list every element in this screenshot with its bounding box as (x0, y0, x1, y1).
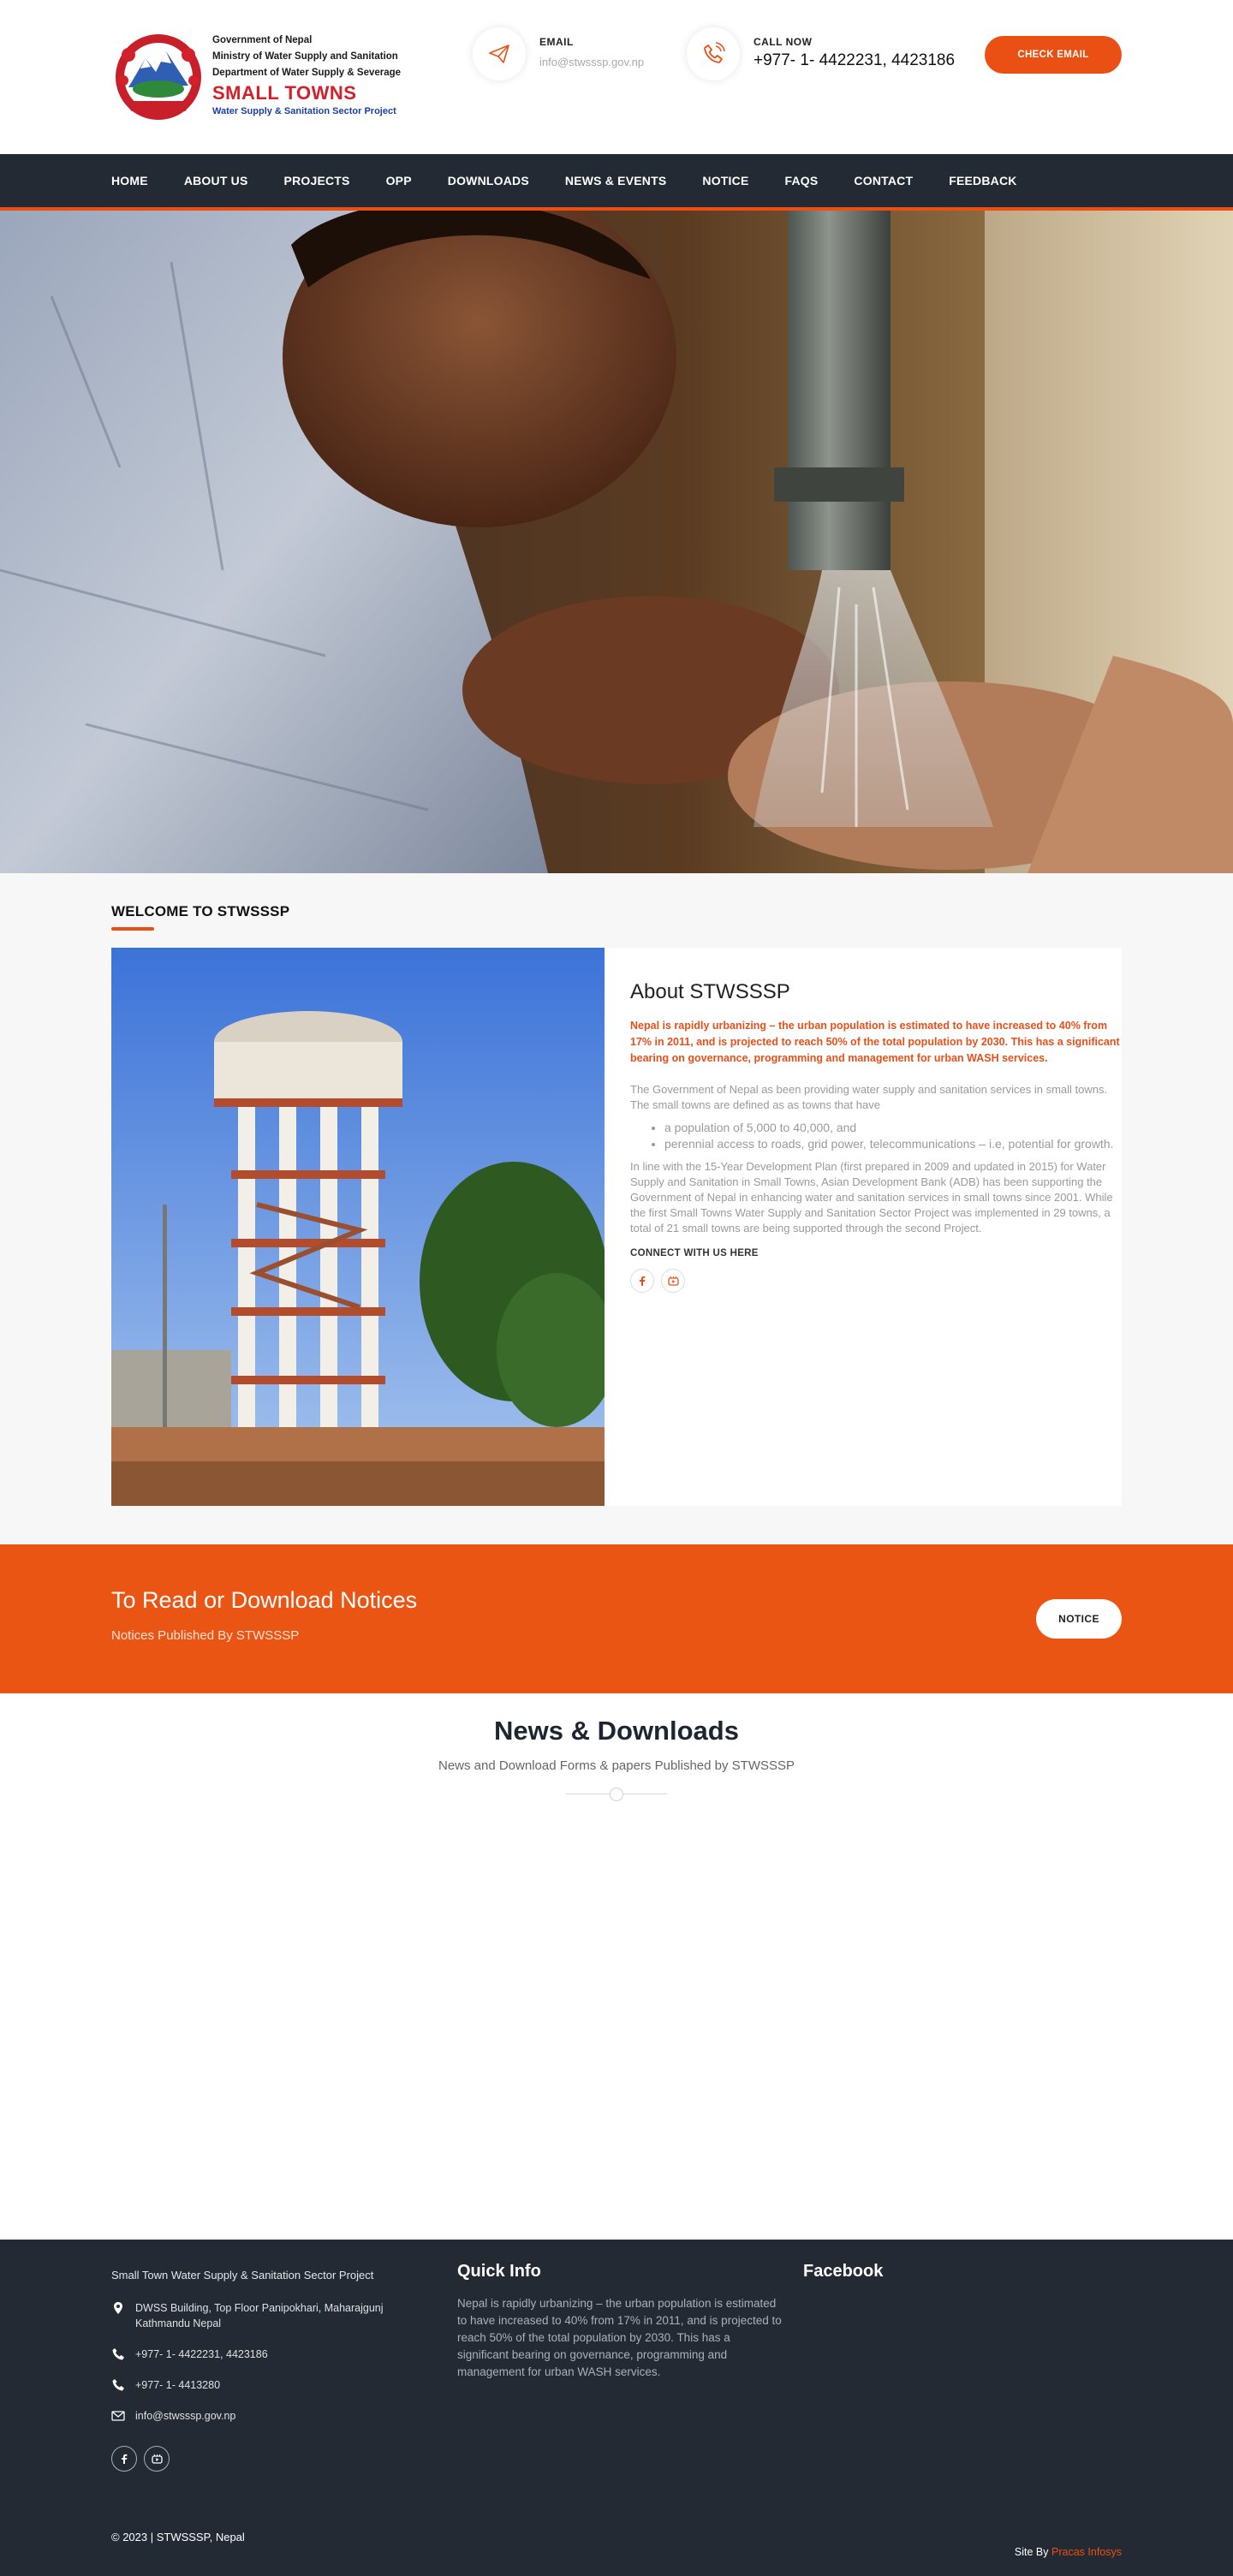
nav-item-downloads[interactable]: DOWNLOADS (448, 174, 529, 187)
logo-line-ministry: Ministry of Water Supply and Sanitation (212, 51, 398, 62)
about-lead: Nepal is rapidly urbanizing – the urban … (630, 1020, 1120, 1064)
youtube-icon[interactable] (661, 1269, 685, 1293)
list-item: a population of 5,000 to 40,000, and (664, 1120, 1122, 1136)
footer-address: DWSS Building, Top Floor Panipokhari, Ma… (111, 2300, 428, 2331)
news-downloads-section: News & Downloads News and Download Forms… (0, 1693, 1233, 2240)
copyright: © 2023 | STWSSSP, Nepal (111, 2531, 245, 2543)
footer-email: info@stwsssp.gov.np (111, 2408, 428, 2424)
phone-icon (112, 2348, 124, 2360)
footer-phone-2: +977- 1- 4413280 (111, 2377, 428, 2393)
nav-item-notice[interactable]: NOTICE (702, 174, 748, 187)
divider-dot-icon (610, 1788, 623, 1801)
facebook-icon[interactable] (111, 2446, 137, 2472)
check-email-button[interactable]: CHECK EMAIL (985, 36, 1122, 74)
email-value[interactable]: info@stwsssp.gov.np (539, 56, 644, 68)
footer-phone-1-text[interactable]: +977- 1- 4422231, 4423186 (135, 2348, 268, 2360)
notice-banner-title: To Read or Download Notices (111, 1587, 418, 1613)
nav-item-about-us[interactable]: ABOUT US (184, 174, 248, 187)
header-email-block: EMAIL info@stwsssp.gov.np (473, 27, 670, 82)
logo-text: Government of Nepal Ministry of Water Su… (212, 33, 401, 117)
main-nav: HOME ABOUT US PROJECTS OPP DOWNLOADS NEW… (0, 154, 1233, 211)
map-pin-icon (114, 2302, 122, 2314)
footer-org-name: Small Town Water Supply & Sanitation Sec… (111, 2269, 374, 2282)
youtube-icon[interactable] (144, 2446, 170, 2472)
nav-item-feedback[interactable]: FEEDBACK (949, 174, 1016, 187)
about-title: About STWSSSP (630, 980, 790, 1003)
title-underline (111, 927, 154, 931)
footer-facebook-column: Facebook (803, 2240, 1122, 2282)
notice-banner-subtitle: Notices Published By STWSSSP (111, 1628, 300, 1643)
about-bullet-list: a population of 5,000 to 40,000, and per… (664, 1120, 1122, 1152)
nav-item-faqs[interactable]: FAQS (785, 174, 819, 187)
footer-email-text[interactable]: info@stwsssp.gov.np (135, 2410, 235, 2422)
about-card: About STWSSSP Nepal is rapidly urbanizin… (111, 948, 1122, 1506)
list-item: perennial access to roads, grid power, t… (664, 1136, 1122, 1152)
quick-info-title: Quick Info (457, 2262, 541, 2281)
news-subtitle: News and Download Forms & papers Publish… (438, 1758, 795, 1773)
notice-button[interactable]: NOTICE (1036, 1599, 1122, 1639)
site-by: Site By Pracas Infosys (1015, 2546, 1122, 2558)
facebook-title: Facebook (803, 2262, 884, 2281)
about-text: About STWSSSP Nepal is rapidly urbanizin… (630, 948, 1122, 1293)
nav-item-opp[interactable]: OPP (386, 174, 412, 187)
site-footer: Small Town Water Supply & Sanitation Sec… (0, 2240, 1233, 2576)
footer-contact-column: Small Town Water Supply & Sanitation Sec… (111, 2240, 428, 2472)
nav-item-projects[interactable]: PROJECTS (284, 174, 350, 187)
welcome-title: WELCOME TO STWSSSP (111, 903, 290, 919)
quick-info-text: Nepal is rapidly urbanizing – the urban … (457, 2297, 782, 2378)
site-by-link[interactable]: Pracas Infosys (1051, 2546, 1122, 2558)
about-paragraph-2: In line with the 15-Year Development Pla… (630, 1160, 1113, 1234)
water-tower-image (111, 948, 605, 1506)
logo-tagline: Water Supply & Sanitation Sector Project (212, 106, 396, 116)
nav-item-contact[interactable]: CONTACT (854, 174, 913, 187)
footer-socials (111, 2446, 428, 2472)
call-value[interactable]: +977- 1- 4422231, 4423186 (754, 51, 955, 70)
facebook-icon[interactable] (630, 1269, 654, 1293)
footer-phone-1: +977- 1- 4422231, 4423186 (111, 2347, 428, 2362)
about-paragraph-1: The Government of Nepal as been providin… (630, 1083, 1108, 1111)
site-by-label: Site By (1014, 2546, 1049, 2558)
nav-list: HOME ABOUT US PROJECTS OPP DOWNLOADS NEW… (111, 154, 1122, 207)
paper-plane-icon (473, 27, 526, 80)
connect-label: CONNECT WITH US HERE (630, 1248, 759, 1258)
section-divider (566, 1787, 667, 1802)
phone-icon (112, 2379, 124, 2391)
logo-line-government: Government of Nepal (212, 35, 313, 45)
site-header: Government of Nepal Ministry of Water Su… (0, 0, 1233, 154)
nav-item-home[interactable]: HOME (111, 174, 148, 187)
logo-line-department: Department of Water Supply & Severage (212, 68, 402, 78)
nepal-emblem-icon (116, 34, 201, 120)
footer-address-text: DWSS Building, Top Floor Panipokhari, Ma… (135, 2302, 384, 2329)
nav-item-news-events[interactable]: NEWS & EVENTS (565, 174, 667, 187)
logo-brand: SMALL TOWNS (212, 82, 357, 104)
notice-banner: To Read or Download Notices Notices Publ… (0, 1544, 1233, 1693)
phone-icon (687, 27, 740, 80)
hero-image (0, 211, 1233, 873)
footer-quick-info-column: Quick Info Nepal is rapidly urbanizing –… (457, 2240, 783, 2381)
site-logo[interactable]: Government of Nepal Ministry of Water Su… (111, 29, 407, 123)
footer-phone-2-text[interactable]: +977- 1- 4413280 (135, 2379, 220, 2391)
envelope-icon (111, 2411, 125, 2421)
news-title: News & Downloads (494, 1716, 739, 1746)
email-label: EMAIL (539, 36, 574, 48)
hero-banner (0, 211, 1233, 873)
header-call-block: CALL NOW +977- 1- 4422231, 4423186 (687, 27, 955, 82)
about-socials (630, 1269, 1122, 1293)
welcome-section: WELCOME TO STWSSSP About STWSSSP Nepal i… (0, 873, 1233, 1544)
call-label: CALL NOW (754, 36, 813, 48)
